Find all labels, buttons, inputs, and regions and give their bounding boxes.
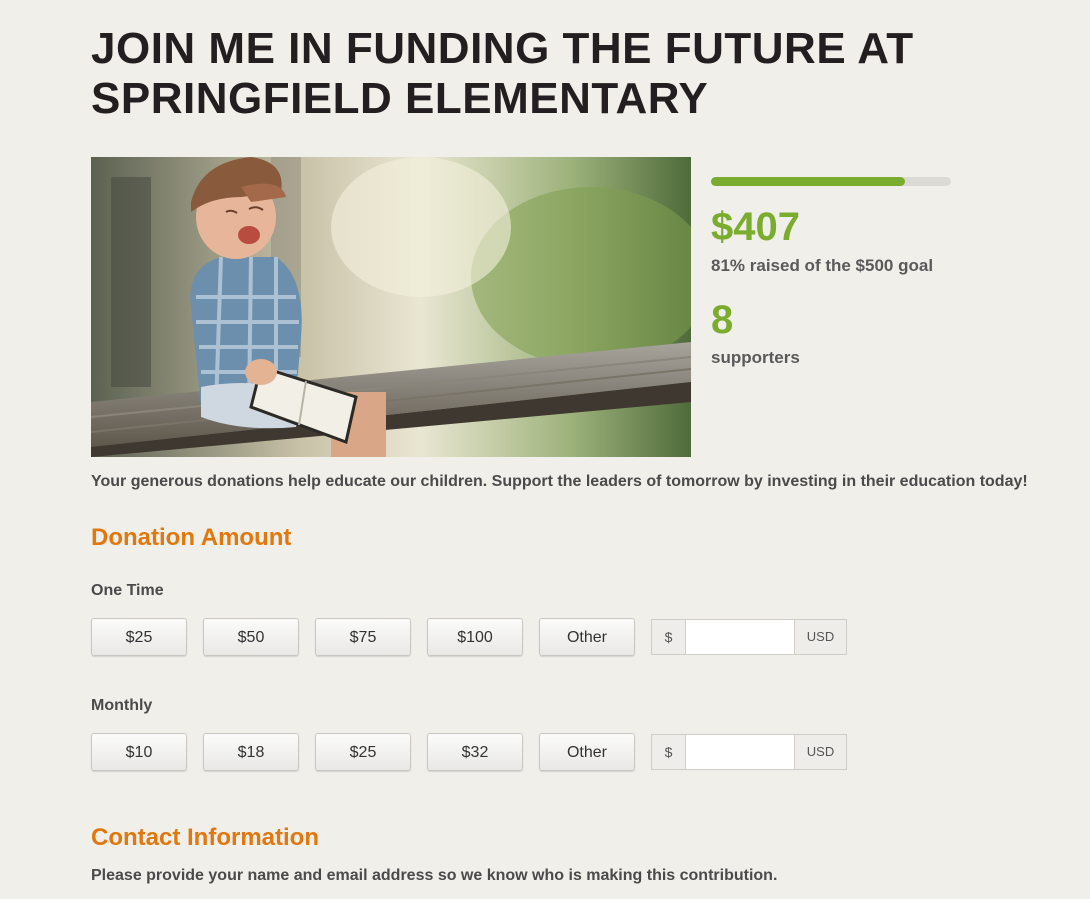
raised-amount: $407: [711, 205, 800, 249]
campaign-description: Your generous donations help educate our…: [91, 473, 1028, 490]
monthly-amount-18-button[interactable]: $18: [203, 733, 299, 771]
supporters-count: 8: [711, 298, 734, 342]
monthly-custom-amount: $ USD: [651, 734, 847, 770]
funding-progress-bar: [711, 177, 951, 186]
one-time-currency-symbol: $: [652, 620, 686, 654]
contact-information-note: Please provide your name and email addre…: [91, 867, 778, 884]
one-time-other-button[interactable]: Other: [539, 618, 635, 656]
monthly-amount-32-button[interactable]: $32: [427, 733, 523, 771]
monthly-currency-symbol: $: [652, 735, 686, 769]
one-time-custom-amount: $ USD: [651, 619, 847, 655]
funding-progress-fill: [711, 177, 906, 186]
monthly-label: Monthly: [91, 697, 153, 714]
donation-page: JOIN ME IN FUNDING THE FUTURE AT SPRINGF…: [0, 0, 1090, 899]
one-time-amount-100-button[interactable]: $100: [427, 618, 523, 656]
monthly-custom-amount-input[interactable]: [686, 735, 796, 769]
one-time-currency-code: USD: [794, 620, 846, 654]
monthly-other-button[interactable]: Other: [539, 733, 635, 771]
one-time-custom-amount-input[interactable]: [686, 620, 796, 654]
monthly-currency-code: USD: [794, 735, 846, 769]
one-time-amount-options: $25 $50 $75 $100 Other $ USD: [91, 618, 851, 658]
one-time-label: One Time: [91, 582, 164, 599]
supporters-label: supporters: [711, 348, 800, 367]
monthly-amount-options: $10 $18 $25 $32 Other $ USD: [91, 733, 851, 773]
monthly-amount-25-button[interactable]: $25: [315, 733, 411, 771]
page-title: JOIN ME IN FUNDING THE FUTURE AT SPRINGF…: [91, 24, 991, 124]
one-time-amount-25-button[interactable]: $25: [91, 618, 187, 656]
campaign-photo: [91, 157, 691, 457]
page-title-line-2: SPRINGFIELD ELEMENTARY: [91, 74, 709, 123]
monthly-amount-10-button[interactable]: $10: [91, 733, 187, 771]
raised-goal-note: 81% raised of the $500 goal: [711, 256, 934, 275]
one-time-amount-50-button[interactable]: $50: [203, 618, 299, 656]
donation-amount-heading: Donation Amount: [91, 524, 292, 551]
contact-information-heading: Contact Information: [91, 824, 319, 851]
page-title-line-1: JOIN ME IN FUNDING THE FUTURE AT: [91, 24, 914, 73]
one-time-amount-75-button[interactable]: $75: [315, 618, 411, 656]
